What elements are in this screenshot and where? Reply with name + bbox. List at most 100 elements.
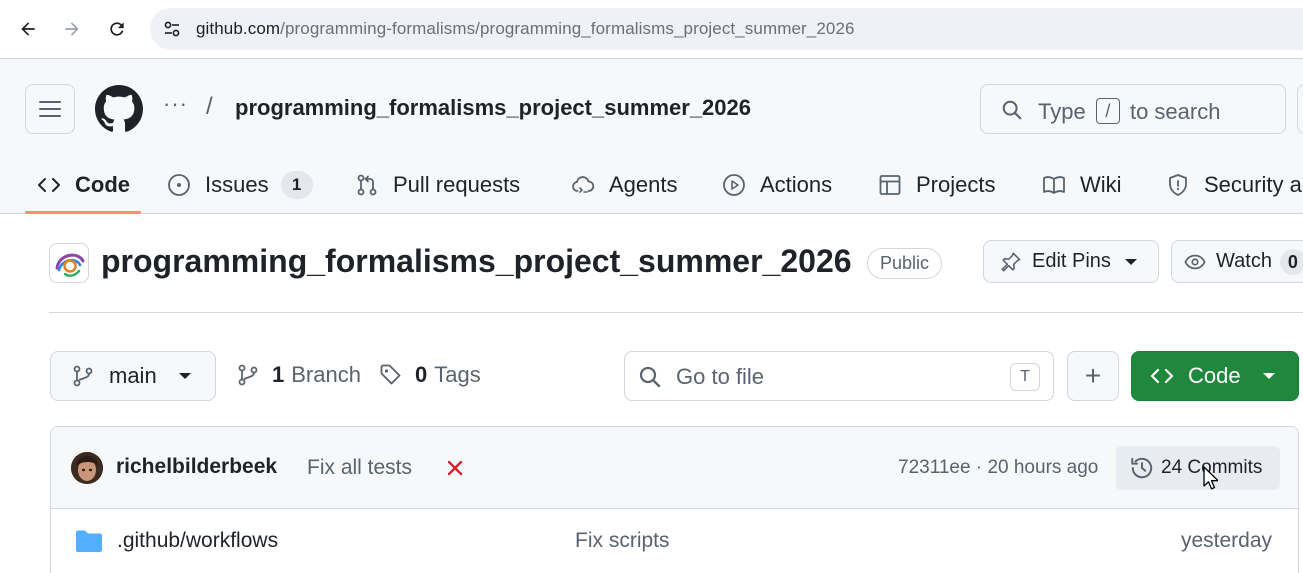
branch-count-label: Branch <box>291 362 361 387</box>
tab-agents[interactable]: Agents <box>571 155 678 214</box>
tab-projects[interactable]: Projects <box>878 155 995 214</box>
play-icon <box>723 173 745 196</box>
repo-owner-avatar[interactable] <box>49 243 89 283</box>
repo-tabs: Code Issues 1 Pull requests Agents Actio… <box>0 155 1303 214</box>
branches-link[interactable]: 1 Branch <box>236 362 361 388</box>
commits-history-button[interactable]: 24 Commits <box>1116 446 1280 490</box>
search-icon <box>1002 100 1022 120</box>
code-icon <box>1150 368 1174 384</box>
branch-icon <box>238 364 258 386</box>
tab-wiki[interactable]: Wiki <box>1042 155 1122 214</box>
tags-link[interactable]: 0 Tags <box>379 362 481 388</box>
pull-request-icon <box>357 174 377 195</box>
github-logo-icon[interactable] <box>95 85 143 133</box>
shield-icon <box>1169 173 1187 196</box>
plus-icon: + <box>1084 360 1102 391</box>
back-button[interactable] <box>11 12 45 46</box>
go-to-file-placeholder: Go to file <box>676 364 765 389</box>
github-header: ··· / programming_formalisms_project_sum… <box>0 59 1303 214</box>
author-avatar-image <box>71 452 103 484</box>
table-row[interactable]: .github/workflows Fix scripts yesterday <box>51 509 1298 573</box>
forward-button[interactable] <box>55 12 89 46</box>
back-arrow-icon <box>21 22 35 36</box>
avatar[interactable] <box>71 452 103 484</box>
tab-code[interactable]: Code <box>37 155 130 214</box>
check-failed-x-icon[interactable] <box>446 459 464 477</box>
watch-label: Watch <box>1216 250 1272 272</box>
tab-actions-label: Actions <box>760 171 833 197</box>
mouse-pointer-icon <box>1203 466 1218 490</box>
branch-icon <box>73 365 93 387</box>
tab-code-label: Code <box>75 171 130 197</box>
tab-issues-label: Issues <box>205 171 269 197</box>
branch-selector[interactable]: main <box>50 351 216 401</box>
file-name-link[interactable]: .github/workflows <box>117 529 278 553</box>
reload-button[interactable] <box>100 12 134 46</box>
branch-count: 1 <box>272 362 285 387</box>
hamburger-icon <box>39 101 61 117</box>
watch-button[interactable]: Watch 0 <box>1171 240 1303 283</box>
chevron-down-icon <box>1262 373 1275 379</box>
chevron-down-icon <box>178 373 191 379</box>
history-icon <box>1131 457 1153 479</box>
owner-overflow-button[interactable]: ··· <box>163 91 188 117</box>
tab-projects-label: Projects <box>916 171 996 197</box>
search-input[interactable]: Type / to search <box>980 84 1286 134</box>
tab-agents-label: Agents <box>609 171 678 197</box>
code-button-label: Code <box>1188 363 1241 388</box>
agents-icon <box>572 175 595 193</box>
tab-pull-requests[interactable]: Pull requests <box>355 155 520 214</box>
site-info-icon[interactable] <box>162 19 182 39</box>
edit-pins-label: Edit Pins <box>1032 250 1111 272</box>
code-dropdown-button[interactable]: Code <box>1131 351 1299 401</box>
tab-security-label: Security a <box>1204 171 1302 197</box>
latest-commit-bar: richelbilderbeek Fix all tests 72311ee ·… <box>51 427 1298 509</box>
breadcrumb-repo-link[interactable]: programming_formalisms_project_summer_20… <box>235 95 751 121</box>
branch-name: main <box>109 363 157 388</box>
code-icon <box>38 177 60 192</box>
tag-count: 0 <box>415 362 428 387</box>
issues-count-badge: 1 <box>280 170 313 199</box>
go-to-file-shortcut: T <box>1010 363 1040 391</box>
add-file-button[interactable]: + <box>1067 351 1119 401</box>
pin-icon <box>1001 252 1021 271</box>
url-text: github.com/programming-formalisms/progra… <box>196 19 855 39</box>
commit-message-link[interactable]: Fix all tests <box>307 456 412 480</box>
tab-wiki-label: Wiki <box>1080 171 1122 197</box>
commit-author-link[interactable]: richelbilderbeek <box>116 455 277 479</box>
tab-actions[interactable]: Actions <box>722 155 832 214</box>
table-icon <box>879 174 901 195</box>
tab-pull-requests-label: Pull requests <box>393 171 521 197</box>
edit-pins-button[interactable]: Edit Pins <box>983 240 1159 283</box>
menu-button[interactable] <box>25 84 75 134</box>
watch-count-badge: 0 <box>1279 248 1303 275</box>
issue-icon <box>168 173 190 196</box>
tab-security[interactable]: Security a <box>1166 155 1302 214</box>
search-shortcut-key: / <box>1095 98 1120 124</box>
tab-issues[interactable]: Issues 1 <box>167 155 313 214</box>
search-suffix: to search <box>1129 99 1221 124</box>
address-bar[interactable]: github.com/programming-formalisms/progra… <box>150 8 1303 50</box>
chevron-down-icon <box>1124 258 1137 265</box>
command-palette-button[interactable] <box>1297 84 1303 134</box>
file-commit-message-link[interactable]: Fix scripts <box>575 529 670 553</box>
repo-title[interactable]: programming_formalisms_project_summer_20… <box>101 243 852 280</box>
search-placeholder: Type / to search <box>1038 98 1220 125</box>
eye-icon <box>1184 254 1206 269</box>
visibility-badge: Public <box>867 248 942 279</box>
search-prefix: Type <box>1038 99 1086 124</box>
url-host: github.com <box>196 19 281 38</box>
reload-icon <box>110 22 124 36</box>
owner-logo-icon <box>55 253 85 277</box>
browser-toolbar: github.com/programming-formalisms/progra… <box>0 0 1303 59</box>
commit-time: 20 hours ago <box>987 457 1099 478</box>
active-tab-indicator <box>25 211 141 214</box>
forward-arrow-icon <box>65 22 79 36</box>
title-divider <box>49 312 1303 313</box>
go-to-file-input[interactable]: Go to file T <box>624 351 1054 401</box>
breadcrumb-separator: / <box>206 93 213 120</box>
commit-sha-link[interactable]: 72311ee <box>898 457 971 478</box>
tag-icon <box>380 364 401 385</box>
tag-count-label: Tags <box>434 362 481 387</box>
folder-icon <box>76 530 102 552</box>
